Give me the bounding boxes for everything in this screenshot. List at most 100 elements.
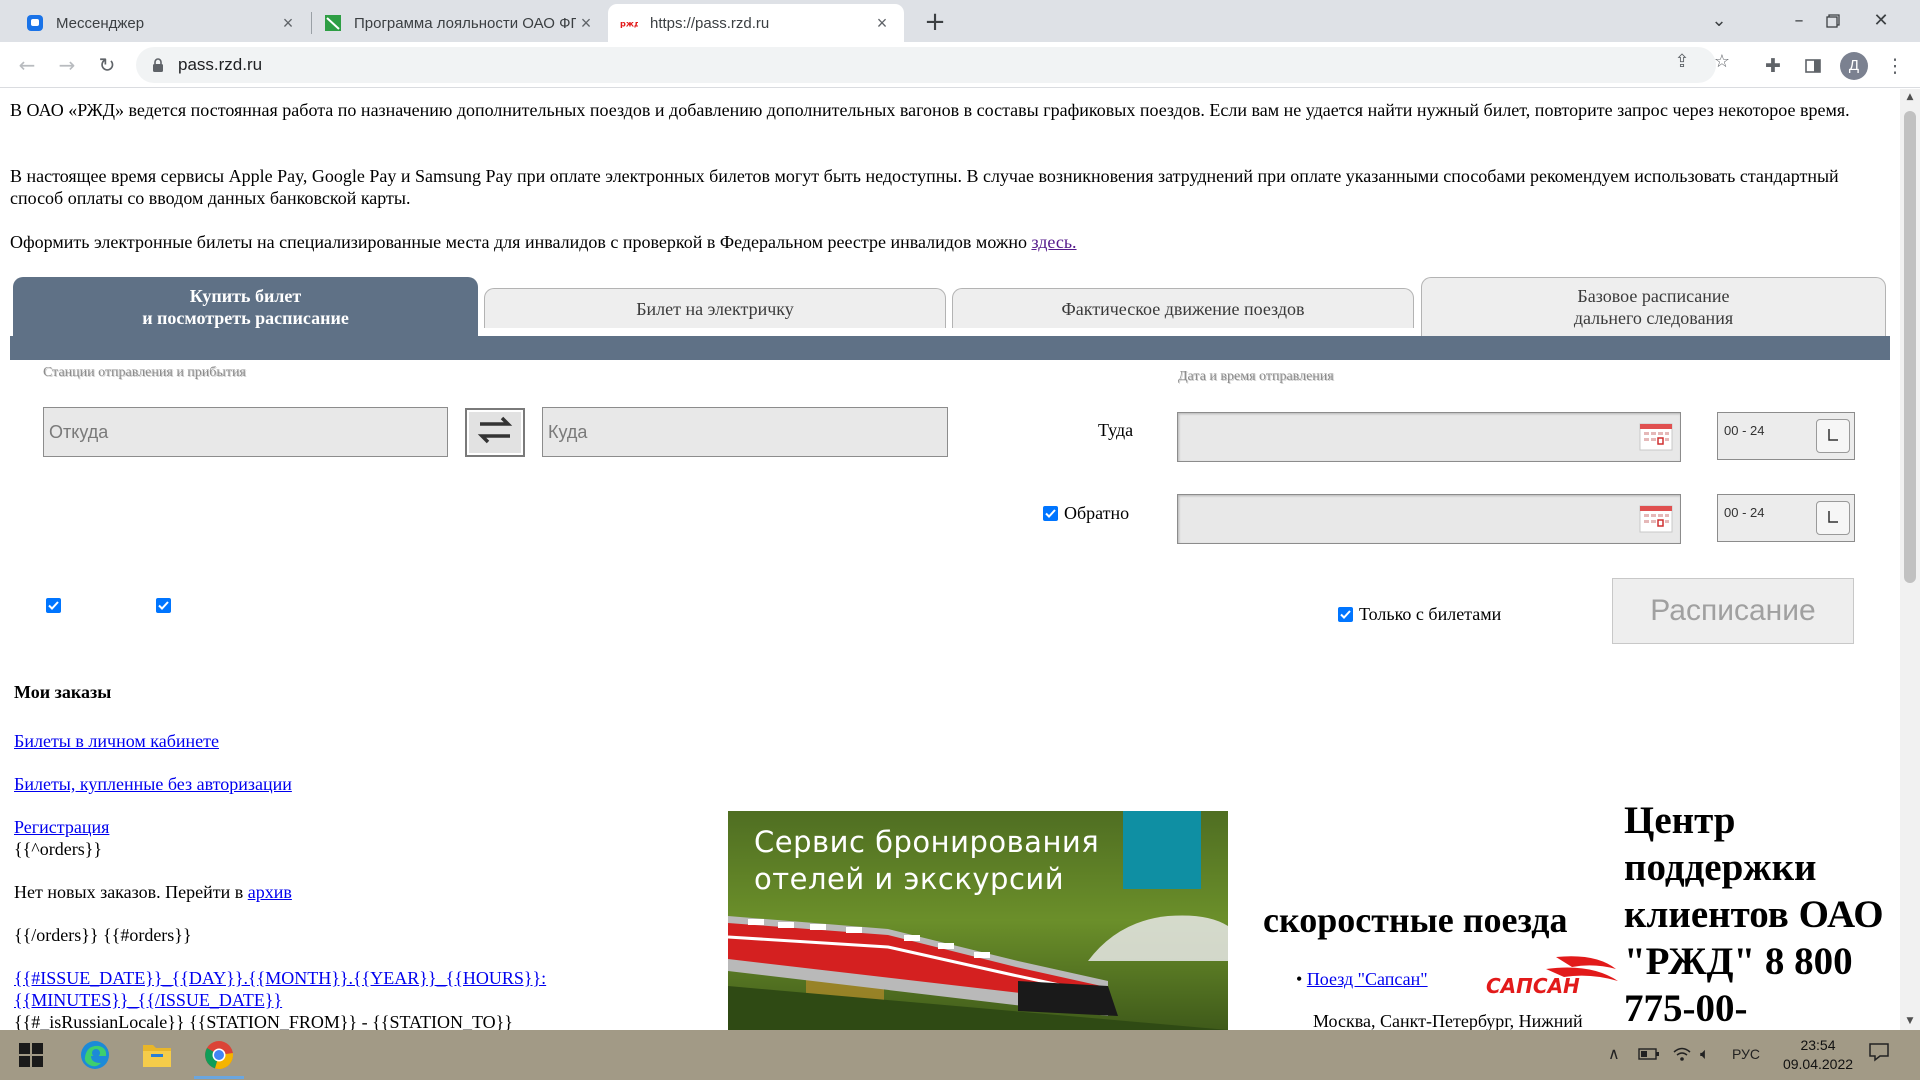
calendar-icon[interactable] (1639, 421, 1673, 451)
svg-text:ржд: ржд (620, 18, 638, 28)
browser-tabstrip: Мессенджер × Программа лояльности ОАО ФП… (0, 0, 1920, 42)
to-station-input[interactable]: Куда (542, 407, 948, 457)
clock-icon[interactable] (1816, 419, 1850, 453)
orders-title: Мои заказы (14, 682, 112, 702)
chrome-browser-icon[interactable] (188, 1030, 250, 1080)
order-stations-template: {{#_isRussianLocale}} {{STATION_FROM}} -… (14, 1012, 513, 1030)
browser-tab-rzd[interactable]: ржд https://pass.rzd.ru × (608, 4, 904, 42)
to-placeholder: Куда (548, 421, 588, 442)
time-range: 00 - 24 (1724, 505, 1765, 520)
taskbar-clock[interactable]: 23:54 09.04.2022 (1768, 1036, 1868, 1074)
template-text: {{^orders}} (14, 839, 102, 859)
tab-base-schedule[interactable]: Базовое расписание дальнего следования (1421, 277, 1886, 336)
time-back-select[interactable]: 00 - 24 (1717, 494, 1855, 542)
calendar-icon[interactable] (1639, 503, 1673, 533)
tab-suburban-ticket[interactable]: Билет на электричку (484, 288, 946, 328)
order-date-line: {{MINUTES}}_{{/ISSUE_DATE}} (14, 990, 283, 1010)
profile-avatar[interactable]: Д (1840, 52, 1868, 80)
clock-icon[interactable] (1816, 501, 1850, 535)
tab-content-header-bar (10, 336, 1890, 360)
date-there-input[interactable] (1177, 412, 1681, 462)
tab-title: https://pass.rzd.ru (650, 14, 770, 32)
browser-tab-messenger[interactable]: Мессенджер × (14, 4, 310, 42)
swap-stations-button[interactable] (465, 408, 525, 457)
date-back-input[interactable] (1177, 494, 1681, 544)
only-with-tickets-label: Только с билетами (1359, 604, 1502, 624)
option-checkbox[interactable] (46, 598, 61, 613)
tab-line: Базовое расписание (1577, 286, 1730, 306)
scroll-down-arrow-icon[interactable]: ▼ (1900, 1013, 1920, 1030)
scrollbar-thumb[interactable] (1904, 111, 1916, 583)
close-icon[interactable]: × (278, 13, 298, 34)
order-date-link[interactable]: {{#ISSUE_DATE}}_{{DAY}}.{{MONTH}}.{{YEAR… (14, 967, 546, 1011)
page-viewport: В ОАО «РЖД» ведется постоянная работа по… (0, 89, 1900, 1030)
template-text: {{/orders}} {{#orders}} (14, 925, 192, 945)
side-panel-icon[interactable] (1800, 53, 1826, 79)
disabled-tickets-link[interactable]: здесь. (1031, 232, 1076, 252)
tab-line: Купить билет (189, 286, 302, 306)
clock-time: 23:54 (1800, 1037, 1836, 1053)
tab-buy-ticket[interactable]: Купить билет и посмотреть расписание (13, 277, 478, 336)
share-icon[interactable]: ⇪ (1670, 50, 1694, 74)
notice-disabled-tickets: Оформить электронные билеты на специализ… (10, 231, 1860, 253)
banner-title-line: отелей и экскурсий (754, 862, 1065, 896)
show-hidden-icons-chevron-icon[interactable]: ∧ (1608, 1044, 1620, 1063)
close-window-icon[interactable]: ✕ (1858, 6, 1904, 36)
archive-link[interactable]: архив (248, 882, 292, 902)
sapsan-list-item: • Поезд "Сапсан" (1296, 969, 1428, 989)
schedule-button[interactable]: Расписание (1612, 578, 1854, 644)
windows-start-icon[interactable] (0, 1030, 62, 1080)
back-arrow-icon[interactable]: ← (12, 50, 42, 80)
tab-title: Мессенджер (56, 14, 145, 32)
address-bar[interactable]: pass.rzd.ru (136, 47, 1716, 83)
hotels-excursions-banner[interactable]: Сервис бронирования отелей и экскурсий (728, 811, 1228, 1030)
rzd-logo-icon: ржд (620, 14, 638, 32)
time-there-select[interactable]: 00 - 24 (1717, 412, 1855, 460)
edge-browser-icon[interactable] (64, 1030, 126, 1080)
option-checkbox[interactable] (156, 598, 171, 613)
no-orders-text: Нет новых заказов. Перейти в архив (14, 881, 292, 903)
registration-link[interactable]: Регистрация (14, 816, 109, 838)
bookmark-star-icon[interactable]: ☆ (1710, 50, 1734, 74)
stations-label: Станции отправления и прибытия (43, 365, 246, 380)
windows-taskbar: ∧ 🔈︎ РУС 23:54 09.04.2022 (0, 1030, 1920, 1080)
tickets-cabinet-link[interactable]: Билеты в личном кабинете (14, 730, 219, 752)
return-checkbox[interactable] (1043, 506, 1058, 521)
support-center-title: Центр поддержки клиентов ОАО "РЖД" 8 800… (1624, 799, 1884, 1030)
sapsan-link[interactable]: Поезд "Сапсан" (1307, 969, 1428, 989)
only-with-tickets-checkbox[interactable] (1338, 607, 1353, 622)
tab-train-movement[interactable]: Фактическое движение поездов (952, 288, 1414, 328)
lock-icon (152, 57, 164, 73)
reload-icon[interactable]: ↻ (92, 50, 122, 80)
clock-date: 09.04.2022 (1782, 1056, 1854, 1072)
return-label: Обратно (1064, 503, 1130, 523)
wifi-icon[interactable] (1672, 1044, 1692, 1066)
page-scrollbar[interactable]: ▲ ▼ (1900, 89, 1920, 1030)
tickets-no-auth-link[interactable]: Билеты, купленные без авторизации (14, 773, 292, 795)
language-indicator[interactable]: РУС (1732, 1046, 1760, 1062)
swap-arrows-icon (474, 415, 516, 450)
tab-line: Фактическое движение поездов (1061, 298, 1305, 319)
notice-extra-trains: В ОАО «РЖД» ведется постоянная работа по… (10, 100, 1850, 120)
messenger-icon (26, 14, 44, 32)
url-text: pass.rzd.ru (178, 55, 263, 74)
battery-icon[interactable] (1638, 1044, 1660, 1065)
new-tab-button[interactable]: + (920, 8, 950, 38)
restore-icon[interactable] (1810, 6, 1856, 36)
fast-trains-title: скоростные поезда (1263, 900, 1568, 940)
scroll-up-arrow-icon[interactable]: ▲ (1900, 89, 1920, 106)
kebab-menu-icon[interactable]: ⋮ (1882, 53, 1908, 79)
close-icon[interactable]: × (576, 13, 596, 34)
from-station-input[interactable]: Откуда (43, 407, 448, 457)
browser-tab-loyalty[interactable]: Программа лояльности ОАО ФПК × (312, 4, 608, 42)
banner-title-line: Сервис бронирования (754, 825, 1100, 859)
close-icon[interactable]: × (872, 13, 892, 34)
time-range: 00 - 24 (1724, 423, 1765, 438)
file-explorer-icon[interactable] (126, 1030, 188, 1080)
tab-line: дальнего следования (1573, 308, 1734, 328)
volume-icon[interactable]: 🔈︎ (1700, 1044, 1710, 1064)
tab-search-icon[interactable]: ⌄ (1696, 6, 1742, 36)
notifications-icon[interactable] (1868, 1042, 1890, 1066)
extensions-puzzle-icon[interactable]: ✚ (1760, 53, 1786, 79)
forward-arrow-icon[interactable]: → (52, 50, 82, 80)
